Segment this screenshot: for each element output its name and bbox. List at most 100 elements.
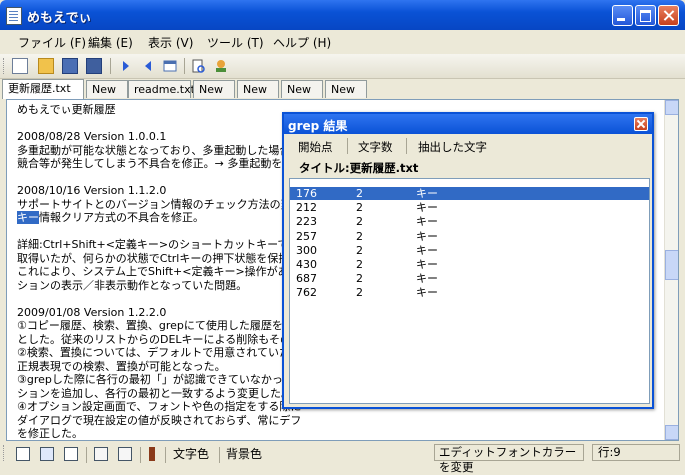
row-extracted: キー xyxy=(416,243,438,257)
row-extracted: キー xyxy=(416,215,438,229)
column-start[interactable]: 開始点 xyxy=(298,139,333,155)
grep-close-button[interactable] xyxy=(634,117,648,131)
scroll-thumb[interactable] xyxy=(665,250,678,280)
column-separator xyxy=(347,138,348,154)
grep-result-row[interactable]: 300 2 キー xyxy=(290,244,649,257)
toolbar-separator xyxy=(165,447,166,463)
grep-result-dialog: grep 結果 開始点 文字数 抽出した文字 タイトル:更新履歴.txt 176… xyxy=(282,112,654,409)
menu-edit[interactable]: 編集 (E) xyxy=(88,34,133,51)
print-preview-icon[interactable] xyxy=(190,58,206,74)
toolbar-separator xyxy=(140,447,141,463)
menu-file[interactable]: ファイル (F) xyxy=(18,34,86,51)
row-extracted: キー xyxy=(416,201,438,215)
column-extracted[interactable]: 抽出した文字 xyxy=(418,139,487,155)
selected-text: キー xyxy=(17,211,39,224)
row-length: 2 xyxy=(356,229,363,243)
grep-result-row[interactable]: 176 2 キー xyxy=(290,187,649,200)
previous-icon[interactable] xyxy=(140,58,156,74)
row-start: 176 xyxy=(296,187,317,200)
tab-readme[interactable]: readme.txt xyxy=(128,80,195,98)
row-length: 2 xyxy=(356,215,363,229)
row-length: 2 xyxy=(356,258,363,271)
toolbar-grip xyxy=(3,445,7,461)
find-icon[interactable] xyxy=(16,447,30,461)
toolbar-separator xyxy=(110,58,111,74)
row-start: 762 xyxy=(296,286,317,300)
maximize-button[interactable] xyxy=(635,5,656,26)
tab-new-4[interactable]: New 4 xyxy=(237,80,279,113)
app-icon xyxy=(6,7,22,25)
column-separator xyxy=(406,138,407,154)
row-length: 2 xyxy=(356,272,363,286)
editor-line-text: 情報クリア方式の不具合を修正。 xyxy=(39,211,204,224)
sort-ascending-icon[interactable] xyxy=(94,447,108,461)
scroll-up-button[interactable] xyxy=(665,100,678,115)
save-icon[interactable] xyxy=(62,58,78,74)
grep-title-bar: grep 結果 xyxy=(284,114,652,134)
grep-result-list[interactable]: 176 2 キー 212 2 キー 223 2 キー 257 2 キー 300 2 キー 430 2 キー 687 2… xyxy=(289,178,650,404)
tool-icon[interactable] xyxy=(213,58,229,74)
editor-line: ダイアログで現在設定の値が反映されておらず、常にデフ xyxy=(17,413,302,427)
row-length: 2 xyxy=(356,243,363,257)
background-color-button[interactable]: 背景色 xyxy=(226,445,262,462)
tab-new-2[interactable]: New 2 xyxy=(86,80,128,113)
grep-result-row[interactable]: 430 2 キー xyxy=(290,258,649,271)
open-folder-icon[interactable] xyxy=(38,58,54,74)
row-start: 257 xyxy=(296,229,317,243)
row-start: 300 xyxy=(296,243,317,257)
toolbar-separator xyxy=(184,58,185,74)
save-all-icon[interactable] xyxy=(86,58,102,74)
grep-caption: タイトル:更新履歴.txt xyxy=(299,161,419,175)
menu-help[interactable]: ヘルプ (H) xyxy=(273,34,331,51)
row-extracted: キー xyxy=(416,187,438,200)
grep-result-row[interactable]: 257 2 キー xyxy=(290,230,649,243)
window-title: めもえでぃ xyxy=(27,11,92,26)
tab-strip: 更新履歴.txt New 2 readme.txt New 3 New 4 Ne… xyxy=(2,79,682,113)
next-icon[interactable] xyxy=(118,58,134,74)
menu-tools[interactable]: ツール (T) xyxy=(207,34,264,51)
toolbar-grip xyxy=(3,58,7,74)
minimize-button[interactable] xyxy=(612,5,633,26)
tab-new-6[interactable]: New 6 xyxy=(325,80,367,113)
new-file-icon[interactable] xyxy=(12,58,28,74)
menu-view[interactable]: 表示 (V) xyxy=(148,34,193,51)
sort-descending-icon[interactable] xyxy=(118,447,132,461)
menu-bar: ファイル (F) 編集 (E) 表示 (V) ツール (T) ヘルプ (H) xyxy=(0,30,685,54)
title-bar: めもえでぃ xyxy=(0,0,685,30)
grep-icon[interactable] xyxy=(64,447,78,461)
grep-title: grep 結果 xyxy=(288,119,348,133)
row-extracted: キー xyxy=(416,286,438,300)
row-length: 2 xyxy=(356,201,363,215)
vertical-scrollbar[interactable] xyxy=(664,100,678,440)
tab-new-3[interactable]: New 3 xyxy=(193,80,235,113)
row-extracted: キー xyxy=(416,229,438,243)
grep-result-row[interactable]: 687 2 キー xyxy=(290,272,649,285)
status-message: エディットフォントカラーを変更 xyxy=(434,444,584,474)
grep-column-header: 開始点 文字数 抽出した文字 xyxy=(284,136,652,156)
window-icon[interactable] xyxy=(162,58,178,74)
scroll-down-button[interactable] xyxy=(665,425,678,440)
row-extracted: キー xyxy=(416,258,438,271)
grep-result-row[interactable]: 212 2 キー xyxy=(290,201,649,214)
grep-result-row[interactable]: 762 2 キー xyxy=(290,286,649,299)
tab-history[interactable]: 更新履歴.txt xyxy=(2,79,84,99)
toolbar xyxy=(0,54,685,79)
replace-icon[interactable] xyxy=(40,447,54,461)
row-length: 2 xyxy=(356,187,363,200)
row-start: 223 xyxy=(296,215,317,229)
font-color-button[interactable]: 文字色 xyxy=(173,445,209,462)
tab-new-5[interactable]: New 5 xyxy=(281,80,323,113)
close-button[interactable] xyxy=(658,5,679,26)
toolbar-separator xyxy=(86,447,87,463)
column-length[interactable]: 文字数 xyxy=(358,139,393,155)
grep-result-row[interactable]: 223 2 キー xyxy=(290,215,649,228)
row-start: 430 xyxy=(296,258,317,271)
row-start: 212 xyxy=(296,201,317,215)
editor-line: を修正した。 xyxy=(17,427,83,440)
line-indicator: 行:9 xyxy=(592,444,680,461)
row-extracted: キー xyxy=(416,272,438,286)
row-start: 687 xyxy=(296,272,317,286)
row-length: 2 xyxy=(356,286,363,300)
pen-icon[interactable] xyxy=(149,447,155,461)
toolbar-separator xyxy=(219,447,220,463)
